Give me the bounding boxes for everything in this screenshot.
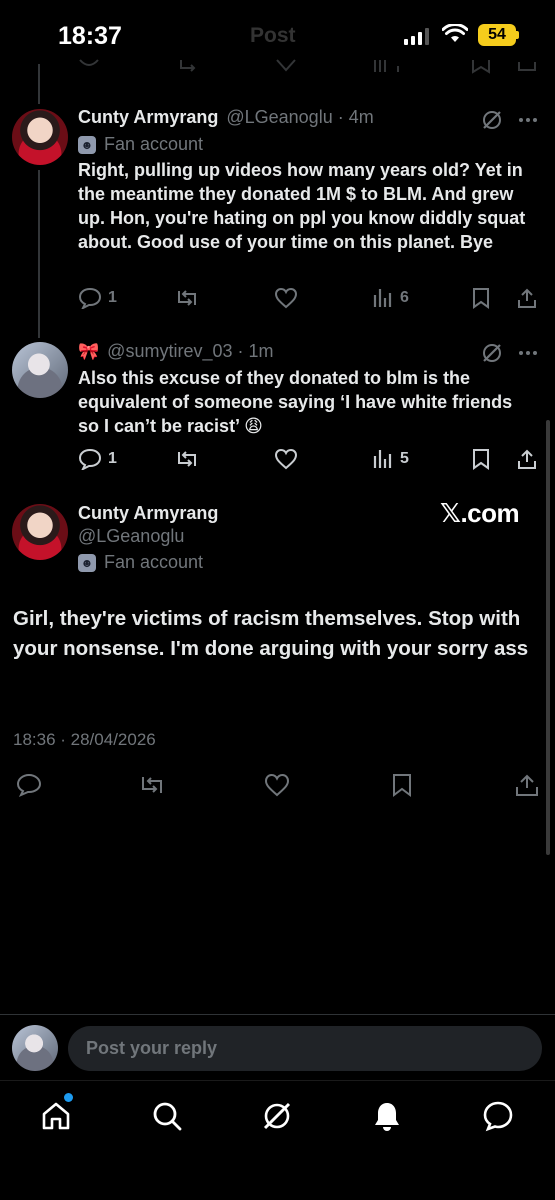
reply-header: 🎀 @sumytirev_03 · 1m [78, 341, 274, 362]
mask-icon: ☻ [78, 135, 96, 154]
avatar[interactable] [12, 342, 68, 398]
home-icon[interactable] [40, 1100, 72, 1132]
notifications-bell-icon[interactable] [371, 1100, 403, 1132]
prev-like-icon[interactable] [275, 58, 297, 74]
like-button[interactable] [274, 448, 298, 470]
repost-button[interactable] [174, 287, 200, 309]
reply-count: 1 [108, 450, 117, 467]
more-dots-icon[interactable] [516, 341, 540, 365]
reply-button[interactable] [16, 773, 42, 797]
views-button[interactable]: 5 [372, 448, 409, 470]
thread-connector [38, 64, 40, 104]
post-timestamp[interactable]: 18:36 · 28/04/2026 [13, 730, 156, 750]
display-name[interactable]: Cunty Armyrang [78, 503, 218, 524]
grok-icon[interactable] [480, 108, 504, 132]
post-text: Girl, they're victims of racism themselv… [13, 607, 529, 660]
scrollbar[interactable] [546, 420, 550, 855]
share-button[interactable] [516, 287, 538, 309]
handle-time[interactable]: @sumytirev_03 · 1m [107, 341, 273, 362]
unread-indicator [64, 1093, 73, 1102]
composer-divider [0, 1014, 555, 1015]
battery-cap [516, 31, 519, 39]
bookmark-button[interactable] [470, 448, 492, 470]
screen-title: Post [250, 24, 296, 47]
x-com-watermark: 𝕏.com [440, 498, 520, 528]
share-button[interactable] [514, 773, 540, 797]
handle[interactable]: @LGeanoglu [78, 526, 184, 547]
prev-bookmark-icon[interactable] [470, 58, 492, 74]
grok-icon[interactable] [480, 341, 504, 365]
status-time: 18:37 [58, 22, 122, 50]
prev-reply-icon[interactable] [78, 58, 100, 74]
battery-indicator: 54 [478, 24, 516, 46]
reply-count: 1 [108, 289, 117, 306]
share-button[interactable] [516, 448, 538, 470]
account-label: ☻ Fan account [78, 552, 203, 573]
prev-views-icon[interactable] [372, 58, 406, 74]
prev-share-icon[interactable] [516, 58, 538, 74]
bookmark-button[interactable] [470, 287, 492, 309]
messages-icon[interactable] [482, 1100, 514, 1132]
more-dots-icon[interactable] [516, 108, 540, 132]
reply-input[interactable]: Post your reply [68, 1026, 542, 1071]
like-button[interactable] [274, 287, 298, 309]
reply-button[interactable]: 1 [78, 287, 117, 309]
reply-button[interactable]: 1 [78, 448, 117, 470]
repost-button[interactable] [174, 448, 200, 470]
avatar[interactable] [12, 504, 68, 560]
handle-time[interactable]: @LGeanoglu · 4m [226, 107, 373, 128]
tab-bar-divider [0, 1080, 555, 1081]
composer-avatar [12, 1025, 58, 1071]
grok-icon[interactable] [261, 1100, 293, 1132]
search-icon[interactable] [151, 1100, 183, 1132]
reply-text: Right, pulling up videos how many years … [78, 160, 526, 252]
mask-icon: ☻ [78, 553, 96, 572]
views-count: 5 [400, 450, 409, 467]
reply-header: Cunty Armyrang @LGeanoglu · 4m [78, 107, 374, 128]
thread-connector [38, 170, 40, 338]
avatar[interactable] [12, 109, 68, 165]
cellular-signal-icon [404, 28, 429, 45]
bookmark-button[interactable] [390, 773, 414, 797]
account-label-text: Fan account [104, 134, 204, 154]
views-count: 6 [400, 289, 409, 306]
wifi-icon [442, 24, 468, 44]
like-button[interactable] [263, 773, 291, 797]
views-button[interactable]: 6 [372, 287, 409, 309]
account-label-text: Fan account [104, 552, 204, 572]
prev-repost-icon[interactable] [178, 58, 200, 74]
reply-text: Also this excuse of they donated to blm … [78, 368, 513, 436]
display-name[interactable]: Cunty Armyrang [78, 107, 218, 128]
account-label: ☻ Fan account [78, 134, 203, 155]
repost-button[interactable] [138, 773, 166, 797]
ribbon-icon: 🎀 [78, 341, 100, 361]
